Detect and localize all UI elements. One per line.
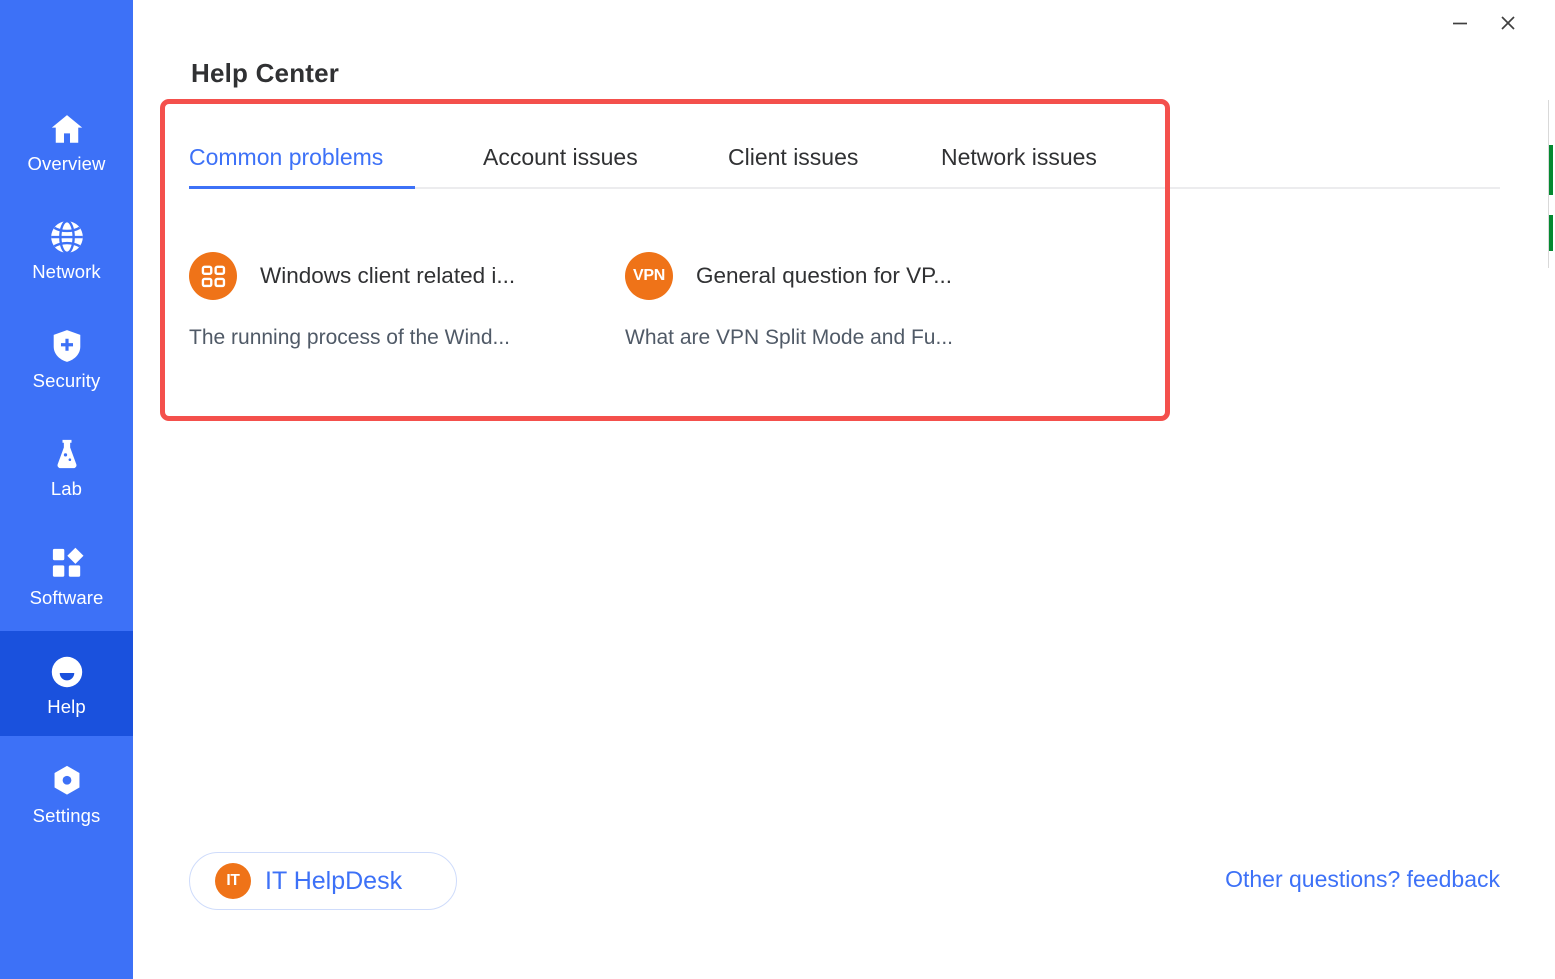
list-item[interactable]: Windows client related i... The running …	[189, 252, 609, 350]
close-icon[interactable]	[1491, 8, 1525, 38]
it-badge-icon: IT	[215, 863, 251, 899]
flask-icon	[46, 433, 88, 475]
card-title: Windows client related i...	[260, 263, 516, 288]
hexagon-gear-icon	[46, 760, 88, 802]
tab-common-problems[interactable]: Common problems	[189, 128, 383, 187]
offscreen-status-marker	[1549, 145, 1553, 195]
sidebar-item-lab[interactable]: Lab	[0, 413, 133, 518]
tab-network-issues[interactable]: Network issues	[941, 128, 1097, 187]
sidebar-item-label: Security	[32, 369, 101, 391]
active-tab-underline	[189, 186, 415, 189]
sidebar-item-overview[interactable]: Overview	[0, 88, 133, 193]
it-helpdesk-button[interactable]: IT IT HelpDesk	[189, 852, 457, 910]
sidebar-item-network[interactable]: Network	[0, 196, 133, 301]
sidebar-item-label: Lab	[50, 477, 83, 499]
minimize-icon[interactable]	[1443, 8, 1477, 38]
offscreen-status-marker	[1549, 215, 1553, 251]
shield-plus-icon	[46, 325, 88, 367]
sidebar-item-label: Overview	[27, 152, 106, 174]
app-window: Overview Network Security Lab Software H…	[0, 0, 1555, 979]
smiley-face-icon	[46, 651, 88, 693]
grid-diamond-icon	[46, 542, 88, 584]
card-header: VPN General question for VP...	[625, 252, 1045, 300]
tab-account-issues[interactable]: Account issues	[483, 128, 638, 187]
feedback-link[interactable]: Other questions? feedback	[1225, 866, 1500, 893]
vpn-badge-icon: VPN	[625, 252, 673, 300]
sidebar-item-security[interactable]: Security	[0, 305, 133, 410]
sidebar: Overview Network Security Lab Software H…	[0, 0, 133, 979]
globe-icon	[46, 216, 88, 258]
card-subtitle: What are VPN Split Mode and Fu...	[625, 326, 953, 349]
titlebar	[133, 0, 1555, 48]
sidebar-item-label: Network	[32, 260, 101, 282]
sidebar-item-settings[interactable]: Settings	[0, 740, 133, 845]
sidebar-item-label: Help	[47, 695, 86, 717]
it-helpdesk-label: IT HelpDesk	[265, 866, 403, 895]
sidebar-item-software[interactable]: Software	[0, 522, 133, 627]
card-header: Windows client related i...	[189, 252, 609, 300]
card-subtitle: The running process of the Wind...	[189, 326, 510, 349]
home-icon	[46, 108, 88, 150]
card-title: General question for VP...	[696, 263, 952, 288]
tab-client-issues[interactable]: Client issues	[728, 128, 858, 187]
list-item[interactable]: VPN General question for VP... What are …	[625, 252, 1045, 350]
sidebar-item-label: Software	[29, 586, 104, 608]
sidebar-item-label: Settings	[32, 804, 101, 826]
windows-grid-icon	[189, 252, 237, 300]
page-title: Help Center	[191, 58, 340, 88]
sidebar-item-help[interactable]: Help	[0, 631, 133, 736]
tab-bar: Common problems Account issues Client is…	[189, 128, 1500, 190]
